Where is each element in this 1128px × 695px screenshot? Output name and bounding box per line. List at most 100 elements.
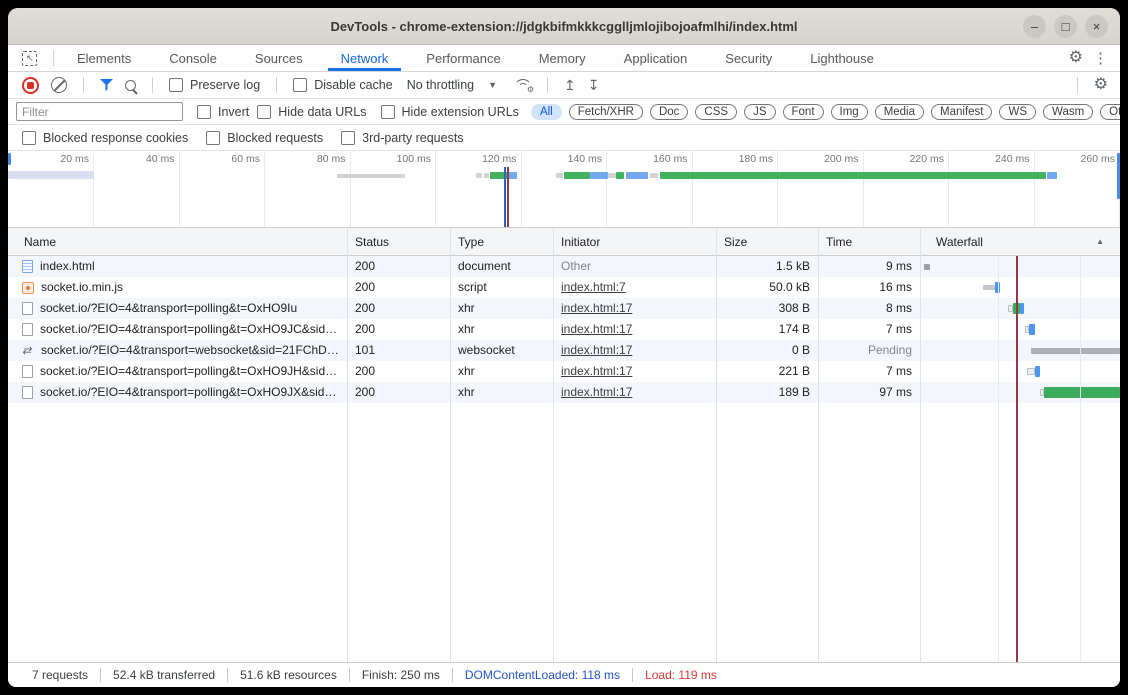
tab-network[interactable]: Network bbox=[322, 45, 408, 71]
request-initiator[interactable]: index.html:17 bbox=[561, 382, 632, 403]
tab-application[interactable]: Application bbox=[605, 45, 707, 71]
timeline-gridline bbox=[264, 151, 265, 227]
pill-manifest[interactable]: Manifest bbox=[931, 104, 992, 120]
close-button[interactable]: × bbox=[1085, 15, 1108, 38]
table-row[interactable]: socket.io/?EIO=4&transport=polling&t=OxH… bbox=[8, 298, 1120, 319]
request-type-pill-list: All Fetch/XHR Doc CSS JS Font Img Media Manifest… bbox=[531, 104, 1120, 120]
import-har-icon[interactable]: ↥ bbox=[564, 77, 576, 94]
request-status: 200 bbox=[355, 319, 375, 340]
pill-fetch-xhr[interactable]: Fetch/XHR bbox=[569, 104, 643, 120]
timeline-tick-label: 240 ms bbox=[970, 153, 1030, 165]
export-har-icon[interactable]: ↧ bbox=[588, 77, 600, 94]
settings-gear-icon[interactable]: ⚙ bbox=[1069, 50, 1083, 66]
tab-security[interactable]: Security bbox=[706, 45, 791, 71]
column-header-initiator[interactable]: Initiator bbox=[561, 228, 600, 256]
pill-all[interactable]: All bbox=[531, 104, 562, 120]
status-51-6-kb-resources: 51.6 kB resources bbox=[240, 668, 337, 682]
status-finish: Finish: 250 ms bbox=[362, 668, 440, 682]
request-initiator[interactable]: index.html:17 bbox=[561, 340, 632, 361]
network-settings-gear-icon[interactable]: ⚙ bbox=[1094, 77, 1108, 93]
hide-extension-urls-checkbox[interactable] bbox=[381, 105, 395, 119]
table-row[interactable]: index.html 200 document Other 1.5 kB 9 m… bbox=[8, 256, 1120, 277]
column-header-name[interactable]: Name bbox=[24, 228, 56, 256]
filter-input[interactable] bbox=[16, 102, 183, 121]
pill-wasm[interactable]: Wasm bbox=[1043, 104, 1093, 120]
table-row[interactable]: socket.io/?EIO=4&transport=websocket&sid… bbox=[8, 340, 1120, 361]
request-status: 200 bbox=[355, 382, 375, 403]
tab-lighthouse[interactable]: Lighthouse bbox=[791, 45, 893, 71]
disable-cache-label: Disable cache bbox=[314, 78, 393, 92]
tab-memory[interactable]: Memory bbox=[520, 45, 605, 71]
timeline-tick-label: 40 ms bbox=[115, 153, 175, 165]
table-row[interactable]: socket.io.min.js 200 script index.html:7… bbox=[8, 277, 1120, 298]
pill-media[interactable]: Media bbox=[875, 104, 924, 120]
column-header-waterfall[interactable]: Waterfall bbox=[936, 228, 983, 256]
request-initiator[interactable]: index.html:17 bbox=[561, 298, 632, 319]
hide-data-urls-checkbox[interactable] bbox=[257, 105, 271, 119]
overview-request-bar bbox=[616, 172, 624, 179]
timeline-gridline bbox=[692, 151, 693, 227]
search-icon[interactable] bbox=[125, 80, 136, 91]
request-time: 7 ms bbox=[886, 361, 912, 382]
throttling-dropdown[interactable]: No throttling bbox=[407, 78, 474, 92]
request-time: 7 ms bbox=[886, 319, 912, 340]
dcl-event-line bbox=[504, 167, 506, 228]
kebab-menu-icon[interactable]: ⋮ bbox=[1093, 51, 1108, 66]
tab-performance[interactable]: Performance bbox=[407, 45, 519, 71]
invert-checkbox[interactable] bbox=[197, 105, 211, 119]
table-row[interactable]: socket.io/?EIO=4&transport=polling&t=OxH… bbox=[8, 382, 1120, 403]
overview-left-handle[interactable] bbox=[8, 153, 11, 165]
column-header-time[interactable]: Time bbox=[826, 228, 852, 256]
tab-elements[interactable]: Elements bbox=[58, 45, 150, 71]
sort-ascending-icon[interactable]: ▲ bbox=[1096, 228, 1104, 256]
waterfall-bar bbox=[924, 264, 930, 270]
request-initiator[interactable]: index.html:7 bbox=[561, 277, 626, 298]
request-time: 9 ms bbox=[886, 256, 912, 277]
pill-font[interactable]: Font bbox=[783, 104, 824, 120]
script-icon bbox=[22, 282, 34, 294]
record-button[interactable] bbox=[22, 77, 39, 94]
divider bbox=[100, 668, 101, 682]
blocked-requests-checkbox[interactable] bbox=[206, 131, 220, 145]
tab-sources[interactable]: Sources bbox=[236, 45, 322, 71]
timeline-gridline bbox=[863, 151, 864, 227]
pill-doc[interactable]: Doc bbox=[650, 104, 688, 120]
network-conditions-icon[interactable]: ⚙ bbox=[513, 79, 531, 91]
column-header-type[interactable]: Type bbox=[458, 228, 484, 256]
column-header-size[interactable]: Size bbox=[724, 228, 747, 256]
pill-ws[interactable]: WS bbox=[999, 104, 1036, 120]
divider bbox=[276, 77, 277, 93]
third-party-requests-checkbox[interactable] bbox=[341, 131, 355, 145]
maximize-button[interactable]: □ bbox=[1054, 15, 1077, 38]
tab-list: ElementsConsoleSourcesNetworkPerformance… bbox=[58, 45, 893, 71]
divider bbox=[1077, 77, 1078, 93]
network-overview-timeline[interactable]: 20 ms40 ms60 ms80 ms100 ms120 ms140 ms16… bbox=[8, 151, 1120, 228]
request-size: 1.5 kB bbox=[776, 256, 810, 277]
waterfall-bar bbox=[1044, 387, 1120, 398]
chevron-down-icon[interactable]: ▼ bbox=[488, 80, 497, 90]
timeline-tick-label: 80 ms bbox=[286, 153, 346, 165]
request-initiator[interactable]: index.html:17 bbox=[561, 361, 632, 382]
clear-button[interactable] bbox=[51, 77, 67, 93]
disable-cache-checkbox[interactable] bbox=[293, 78, 307, 92]
pill-css[interactable]: CSS bbox=[695, 104, 737, 120]
minimize-button[interactable]: – bbox=[1023, 15, 1046, 38]
column-header-status[interactable]: Status bbox=[355, 228, 389, 256]
filter-bar: Invert Hide data URLs Hide extension URL… bbox=[8, 99, 1120, 125]
filter-toggle-icon[interactable] bbox=[100, 79, 113, 91]
tab-console[interactable]: Console bbox=[150, 45, 236, 71]
table-row[interactable]: socket.io/?EIO=4&transport=polling&t=OxH… bbox=[8, 319, 1120, 340]
blocked-response-cookies-checkbox[interactable] bbox=[22, 131, 36, 145]
pill-other[interactable]: Other bbox=[1100, 104, 1120, 120]
preserve-log-checkbox[interactable] bbox=[169, 78, 183, 92]
pill-js[interactable]: JS bbox=[744, 104, 775, 120]
overview-right-handle[interactable] bbox=[1117, 153, 1120, 199]
request-initiator[interactable]: index.html:17 bbox=[561, 319, 632, 340]
pill-img[interactable]: Img bbox=[831, 104, 868, 120]
title-bar: DevTools - chrome-extension://jdgkbifmkk… bbox=[8, 8, 1120, 45]
inspect-element-icon[interactable]: ↖ bbox=[22, 51, 37, 66]
table-row[interactable]: socket.io/?EIO=4&transport=polling&t=OxH… bbox=[8, 361, 1120, 382]
request-type: xhr bbox=[458, 382, 475, 403]
timeline-gridline bbox=[179, 151, 180, 227]
request-time: Pending bbox=[868, 340, 912, 361]
